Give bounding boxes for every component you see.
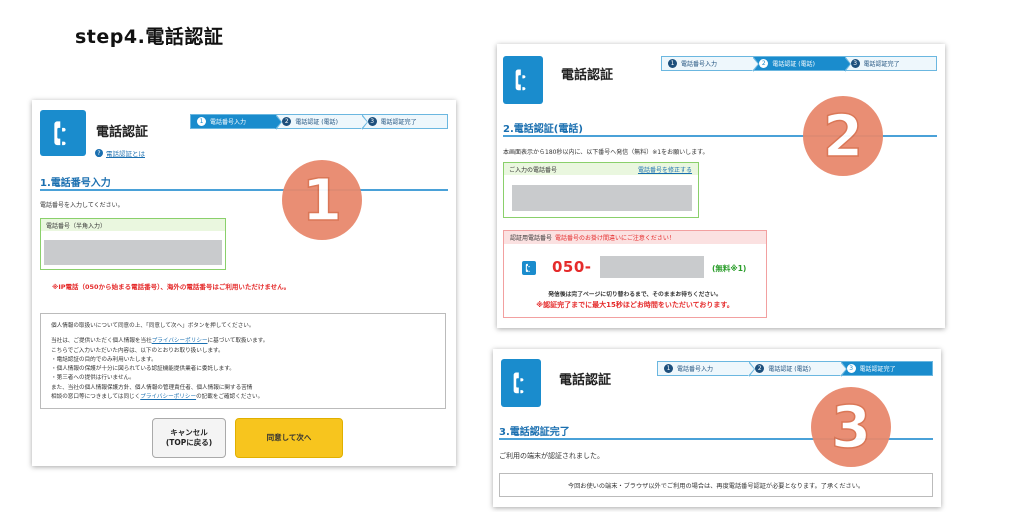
instruction-text: 電話番号を入力してください。 — [40, 202, 124, 209]
step-badge-2: 2 — [803, 96, 883, 176]
step-1: 1 電話番号入力 — [191, 114, 283, 130]
section-title: 1.電話番号入力 — [40, 178, 111, 189]
edit-phone-link[interactable]: 電話番号を修正する — [638, 165, 692, 174]
auth-number-masked — [600, 256, 704, 278]
privacy-notice: 個人情報の取扱いについて同意の上、「同意して次へ」ボタンを押してください。 当社… — [40, 313, 446, 409]
entered-phone-box: ご入力の電話番号 電話番号を修正する — [503, 162, 699, 218]
agree-next-button[interactable]: 同意して次へ — [235, 418, 343, 458]
privacy-policy-link-2[interactable]: プライバシーポリシー — [140, 394, 196, 400]
step-3: 3 電話認証完了 — [844, 57, 936, 70]
step-badge-3: 3 — [811, 387, 891, 467]
question-icon: ? — [95, 149, 103, 157]
step-2: 2 電話認証 (電話) — [753, 56, 851, 72]
free-call-label: (無料※1) — [712, 264, 747, 273]
wait-note: 発信後は完了ページに切り替わるまで、そのままお待ちください。 — [548, 292, 722, 298]
phone-logo-icon — [503, 56, 543, 104]
panel-step3-complete: 電話認証 1 電話番号入力 2 電話認証 (電話) 3 電話認証完了 3.電話認証完了… — [493, 349, 941, 507]
entered-phone-label: ご入力の電話番号 電話番号を修正する — [504, 163, 698, 175]
page-heading: step4.電話認証 — [75, 26, 224, 48]
privacy-intro: 個人情報の取扱いについて同意の上、「同意して次へ」ボタンを押してください。 — [51, 323, 255, 329]
app-title: 電話認証 — [559, 373, 612, 388]
svg-text:1: 1 — [302, 166, 342, 234]
section-divider — [40, 189, 448, 191]
privacy-line: 当社は、ご提供いただく個人情報を当社プライバシーポリシーに基づいて取扱います。 — [51, 338, 269, 345]
step-3: 3 電話認証完了 — [361, 115, 447, 128]
auth-number-header: 認証用電話番号 電話番号のお掛け間違いにご注意ください！ — [504, 231, 766, 244]
step-3: 3 電話認証完了 — [840, 362, 932, 375]
privacy-line: ・第三者への提供は行いません。 — [51, 375, 135, 382]
privacy-line: こちらでご入力いただいた内容は、以下のとおりお取り扱いします。 — [51, 347, 224, 354]
privacy-line: また、当社の個人情報保護方針、個人情報の管理責任者、個人情報に関する苦情 — [51, 384, 253, 391]
instruction-text: 本画面表示から180秒以内に、以下番号へ発信（無料）※1をお願いします。 — [503, 149, 709, 156]
step-1: 1 電話番号入力 — [658, 361, 756, 377]
help-link-label: 電話認証とは — [106, 150, 145, 158]
step-2: 2 電話認証 (電話) — [276, 114, 368, 130]
step-badge-1: 1 — [282, 160, 362, 240]
app-title: 電話認証 — [561, 68, 614, 83]
step-progress: 1 電話番号入力 2 電話認証 (電話) 3 電話認証完了 — [661, 56, 937, 72]
step-progress: 1 電話番号入力 2 電話認証 (電話) 3 電話認証完了 — [657, 361, 933, 377]
phone-logo-icon — [501, 359, 541, 407]
phone-field-label: 電話番号（半角入力） — [41, 219, 225, 231]
complete-message: ご利用の端末が認証されました。 — [499, 452, 604, 460]
phone-icon — [522, 261, 536, 275]
section-title: 3.電話認証完了 — [499, 427, 570, 438]
app-title: 電話認証 — [96, 125, 149, 140]
phone-logo-icon — [40, 110, 86, 156]
svg-text:3: 3 — [831, 393, 871, 461]
auth-phone-number: 050- — [552, 258, 592, 276]
help-link[interactable]: ? 電話認証とは — [95, 148, 145, 158]
ip-phone-warning: ※IP電話（050から始まる電話番号）、海外の電話番号はご利用いただけません。 — [52, 283, 291, 291]
cancel-button[interactable]: キャンセル (TOPに戻る) — [152, 418, 226, 458]
privacy-line: ・電話認証の目的でのみ利用いたします。 — [51, 356, 157, 363]
section-title: 2.電話認証(電話) — [503, 124, 583, 135]
phone-field-box: 電話番号（半角入力） — [40, 218, 226, 270]
svg-text:2: 2 — [823, 102, 863, 170]
panel-step2-phone-call: 電話認証 1 電話番号入力 2 電話認証 (電話) 3 電話認証完了 2.電話認証(電… — [497, 44, 945, 328]
privacy-policy-link[interactable]: プライバシーポリシー — [152, 338, 208, 344]
privacy-line: 相談の窓口等につきましては同じくプライバシーポリシーの記載をご確認ください。 — [51, 394, 264, 401]
device-notice: 今回お使いの端末・ブラウザ以外でご利用の場合は、再度電話番号認証が必要となります… — [499, 473, 933, 497]
panel-step1-phone-input: 電話認証 ? 電話認証とは 1 電話番号入力 2 電話認証 (電話) 3 電話認証完了… — [32, 100, 456, 466]
step-progress: 1 電話番号入力 2 電話認証 (電話) 3 電話認証完了 — [190, 114, 448, 130]
privacy-line: ・個人情報の保護が十分に図られている認証機能提供業者に委託します。 — [51, 366, 235, 373]
auth-number-box: 認証用電話番号 電話番号のお掛け間違いにご注意ください！ 050- (無料※1) … — [503, 230, 767, 318]
entered-phone-value — [512, 185, 692, 211]
step-2: 2 電話認証 (電話) — [749, 361, 847, 377]
phone-number-input[interactable] — [44, 240, 222, 265]
step-1: 1 電話番号入力 — [662, 56, 760, 72]
time-note: ※認証完了までに最大15秒ほどお時間をいただいております。 — [536, 301, 734, 309]
